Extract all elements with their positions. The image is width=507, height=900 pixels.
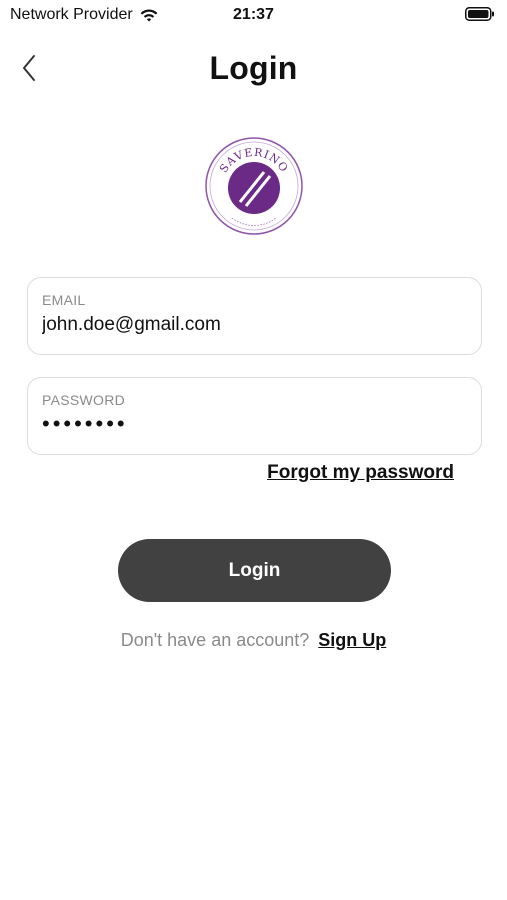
- status-time: 21:37: [233, 6, 274, 23]
- login-button[interactable]: Login: [118, 539, 391, 602]
- battery-icon: [465, 7, 494, 21]
- signup-row: Don't have an account? Sign Up: [0, 630, 507, 651]
- saverino-logo: SAVERINO: [205, 137, 303, 235]
- forgot-password-link[interactable]: Forgot my password: [267, 462, 454, 484]
- page-title: Login: [209, 50, 298, 86]
- email-field[interactable]: EMAIL: [27, 277, 482, 355]
- password-field[interactable]: PASSWORD: [27, 377, 482, 455]
- signup-link[interactable]: Sign Up: [318, 630, 386, 650]
- signup-prompt: Don't have an account?: [120, 630, 310, 650]
- status-bar: Network Provider 21:37: [0, 0, 507, 30]
- password-label: PASSWORD: [42, 392, 126, 408]
- login-screen: Network Provider 21:37 Login SAVERINO EM…: [0, 0, 507, 900]
- password-input[interactable]: [42, 411, 467, 437]
- email-input[interactable]: [42, 314, 467, 336]
- email-label: EMAIL: [42, 292, 86, 308]
